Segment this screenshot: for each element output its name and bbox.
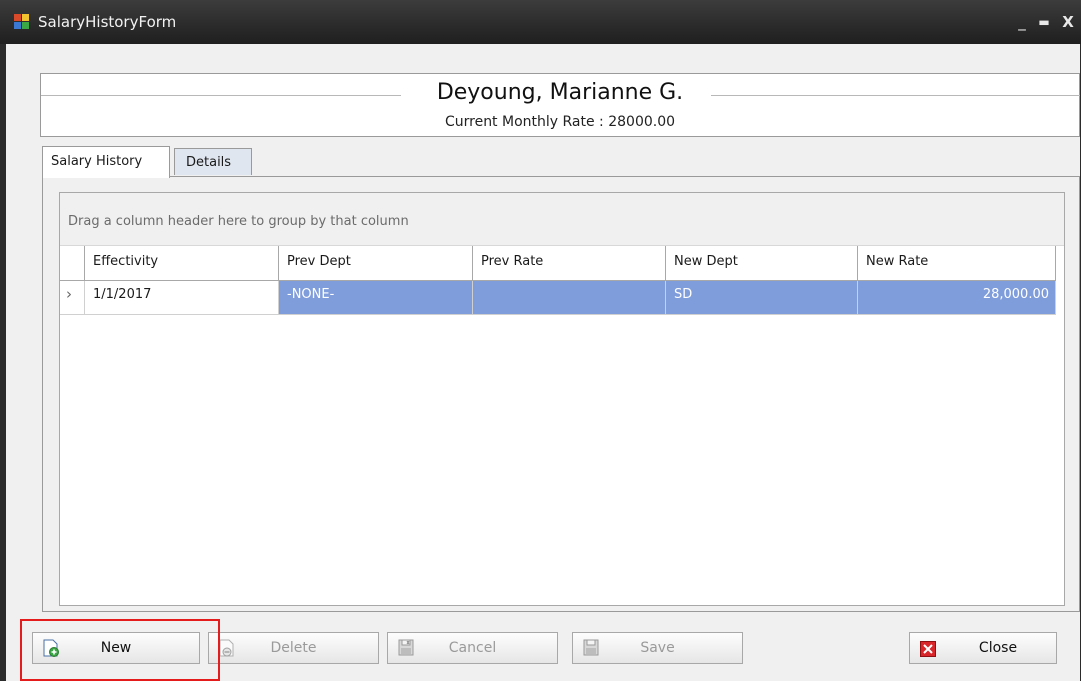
grid-header: Effectivity Prev Dept Prev Rate New Dept… <box>60 246 1064 281</box>
column-header-new-rate[interactable]: New Rate <box>858 246 1056 281</box>
save-button-label: Save <box>640 640 675 656</box>
close-window-button[interactable]: X <box>1058 12 1078 32</box>
cell-new-rate[interactable]: 28,000.00 <box>858 281 1056 315</box>
column-header-prev-dept[interactable]: Prev Dept <box>279 246 473 281</box>
cell-prev-dept[interactable]: -NONE- <box>279 281 473 315</box>
employee-name: Deyoung, Marianne G. <box>41 80 1079 105</box>
group-by-panel[interactable]: Drag a column header here to group by th… <box>60 193 1064 246</box>
column-header-effectivity[interactable]: Effectivity <box>85 246 279 281</box>
tab-salary-history[interactable]: Salary History <box>42 146 170 178</box>
cell-prev-rate[interactable] <box>473 281 666 315</box>
close-button[interactable]: Close <box>909 632 1057 664</box>
salary-history-window: SalaryHistoryForm _ ▬ X Deyoung, Mariann… <box>0 0 1081 681</box>
close-button-label: Close <box>978 640 1018 656</box>
delete-button-label: Delete <box>270 640 317 656</box>
employee-header: Deyoung, Marianne G. Current Monthly Rat… <box>40 73 1080 137</box>
maximize-button[interactable]: ▬ <box>1034 12 1054 32</box>
column-header-prev-rate[interactable]: Prev Rate <box>473 246 666 281</box>
row-indicator-header <box>60 246 85 281</box>
tab-details[interactable]: Details <box>174 148 252 175</box>
column-header-new-dept[interactable]: New Dept <box>666 246 858 281</box>
cell-new-dept[interactable]: SD <box>666 281 858 315</box>
cancel-button[interactable]: Cancel <box>387 632 558 664</box>
salary-history-panel: Drag a column header here to group by th… <box>42 176 1080 612</box>
cell-effectivity[interactable]: 1/1/2017 <box>85 281 279 315</box>
salary-history-grid: Drag a column header here to group by th… <box>59 192 1065 606</box>
table-row[interactable]: › 1/1/2017 -NONE- SD 28,000.00 <box>60 281 1064 315</box>
delete-button[interactable]: Delete <box>208 632 379 664</box>
group-by-hint: Drag a column header here to group by th… <box>68 214 409 229</box>
window-title: SalaryHistoryForm <box>38 13 177 31</box>
new-button-highlight-box <box>20 619 220 681</box>
cancel-button-label: Cancel <box>448 640 497 656</box>
current-monthly-rate: Current Monthly Rate : 28000.00 <box>444 114 676 130</box>
app-icon <box>14 14 30 30</box>
title-bar[interactable]: SalaryHistoryForm _ ▬ X <box>0 0 1081 44</box>
minimize-button[interactable]: _ <box>1012 12 1032 32</box>
row-indicator-icon: › <box>60 281 85 315</box>
tab-details-label: Details <box>186 155 232 170</box>
save-button[interactable]: Save <box>572 632 743 664</box>
